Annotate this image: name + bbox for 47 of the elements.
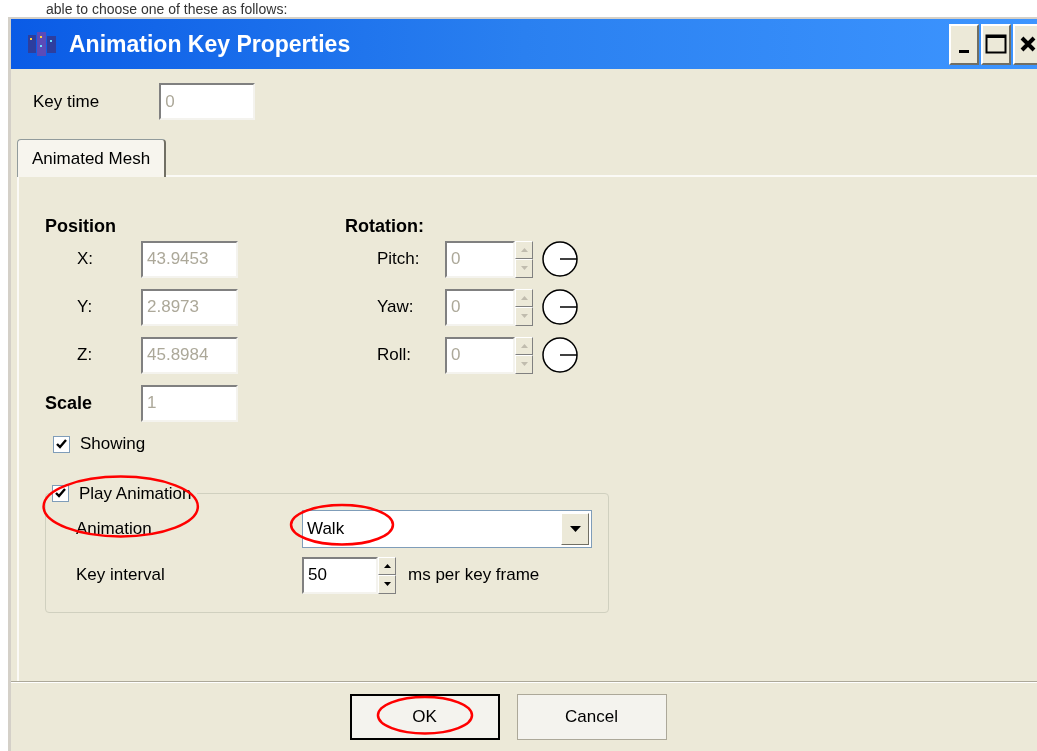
checkmark-icon [56,438,67,450]
close-icon [1019,35,1037,53]
checkbox-label: Play Animation [79,483,192,505]
section-heading: Position [45,215,117,235]
field-label: Yaw: [376,296,415,319]
field-label: X: [76,248,95,271]
checkbox-label: Showing [80,433,146,456]
spin-up-button[interactable] [378,556,396,575]
dialog-button[interactable]: Cancel [516,694,667,740]
maximize-icon [985,34,1007,54]
field-label: Animation [76,518,153,541]
minimize-icon [959,49,969,53]
up-arrow-icon [520,295,528,300]
document-text: able to choose one of these as follows: [46,2,288,17]
field-label: Pitch: [376,248,421,271]
app-icon [27,31,57,57]
dial-icon [541,240,579,278]
animation-dropdown[interactable]: Walk [302,510,592,548]
down-arrow-icon [520,266,528,271]
up-arrow-icon [520,247,528,252]
field-label: Roll: [376,344,412,367]
dropdown-button[interactable] [561,513,589,545]
field-label: Z: [76,344,94,367]
field-label: Scale [45,391,94,415]
dialog-button[interactable]: OK [349,694,500,740]
tab[interactable]: Animated Mesh [17,139,167,177]
field-label: Key time [33,90,100,113]
checkbox[interactable] [53,435,70,453]
close-button[interactable] [1013,23,1037,65]
checkmark-icon [55,488,66,500]
maximize-button[interactable] [981,23,1011,65]
text-field[interactable]: 50 [302,556,378,594]
down-arrow-icon [520,314,528,319]
down-arrow-icon [520,362,528,367]
spin-down-button[interactable] [378,575,396,594]
dial-icon [541,288,579,326]
up-arrow-icon [383,563,391,568]
unit-label: ms per key frame [408,564,540,587]
dropdown-arrow-icon [569,526,581,532]
window-title: Animation Key Properties [69,29,351,59]
dial-icon [541,336,579,374]
minimize-button[interactable] [949,23,979,65]
field-label: Key interval [76,564,166,587]
down-arrow-icon [383,582,391,587]
section-heading: Rotation: [345,215,425,235]
up-arrow-icon [520,343,528,348]
field-label: Y: [76,296,94,319]
